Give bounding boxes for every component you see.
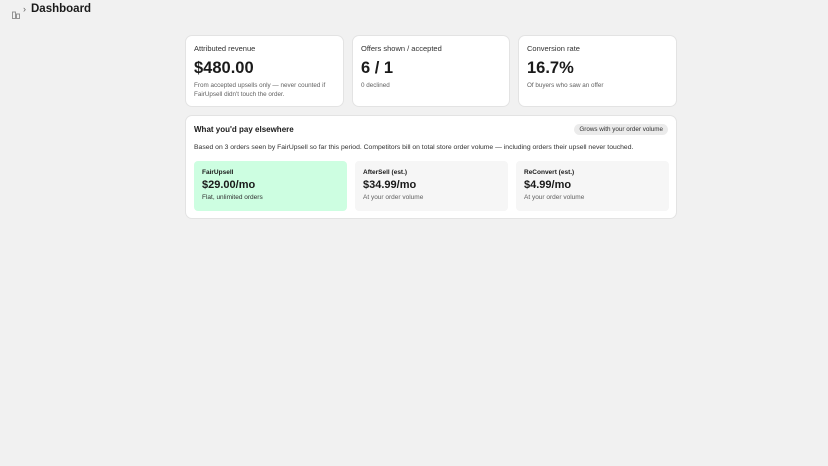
plan-name: ReConvert (est.) (524, 169, 575, 176)
stat-subtext: 0 declined (361, 82, 390, 89)
page-title: Dashboard (31, 3, 92, 15)
chevron-right-icon: › (23, 4, 26, 14)
comparison-title: What you'd pay elsewhere (194, 125, 294, 134)
stat-title: Offers shown / accepted (361, 44, 442, 53)
plan-card-fairupsell: FairUpsell $29.00/mo Flat, unlimited ord… (194, 161, 347, 211)
stat-card-attributed-revenue: Attributed revenue $480.00 From accepted… (185, 35, 344, 107)
plan-name: AfterSell (est.) (363, 169, 408, 176)
store-icon[interactable] (12, 6, 20, 19)
plan-price: $4.99/mo (524, 179, 572, 191)
plan-card-aftersell: AfterSell (est.) $34.99/mo At your order… (355, 161, 508, 211)
plan-price: $34.99/mo (363, 179, 417, 191)
stat-subtext: Of buyers who saw an offer (527, 82, 604, 89)
stat-value: 6 / 1 (361, 59, 394, 77)
volume-badge: Grows with your order volume (574, 124, 668, 135)
stat-title: Attributed revenue (194, 44, 256, 53)
top-bar: › Dashboard (0, 0, 828, 22)
plan-note: At your order volume (524, 194, 585, 201)
plan-note: At your order volume (363, 194, 424, 201)
stat-subtext: From accepted upsells only — never count… (194, 82, 326, 98)
plan-card-reconvert: ReConvert (est.) $4.99/mo At your order … (516, 161, 669, 211)
plan-price: $29.00/mo (202, 179, 256, 191)
comparison-description: Based on 3 orders seen by FairUpsell so … (194, 144, 634, 151)
plan-name: FairUpsell (202, 169, 234, 176)
pricing-comparison-card: What you'd pay elsewhere Grows with your… (185, 115, 677, 219)
stat-card-conversion-rate: Conversion rate 16.7% Of buyers who saw … (518, 35, 677, 107)
stat-card-offers: Offers shown / accepted 6 / 1 0 declined (352, 35, 510, 107)
stat-value: $480.00 (194, 59, 254, 77)
stat-value: 16.7% (527, 59, 574, 77)
stat-title: Conversion rate (527, 44, 580, 53)
plan-note: Flat, unlimited orders (202, 194, 263, 201)
